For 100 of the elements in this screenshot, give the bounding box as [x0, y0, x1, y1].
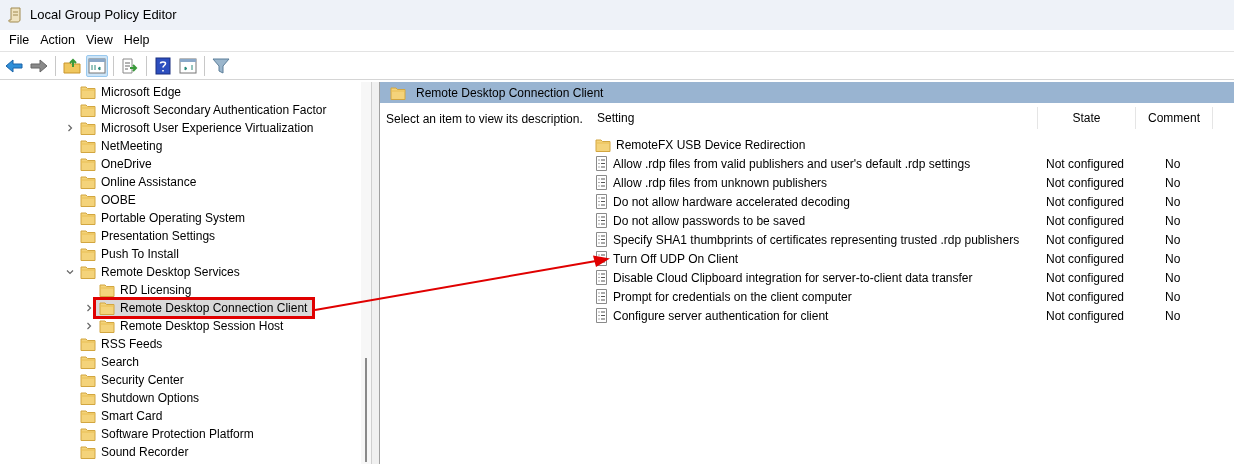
- folder-icon: [80, 373, 96, 387]
- folder-icon: [80, 409, 96, 423]
- tree-item[interactable]: Shutdown Options: [76, 389, 206, 407]
- scrollbar[interactable]: [361, 82, 371, 464]
- policy-document-icon: [595, 308, 608, 323]
- setting-name: Turn Off UDP On Client: [613, 250, 739, 268]
- filter-icon: [212, 57, 230, 74]
- folder-icon: [80, 265, 96, 279]
- tree-item[interactable]: Remote Desktop Services: [76, 263, 246, 281]
- tree-item[interactable]: NetMeeting: [76, 137, 169, 155]
- tree-item[interactable]: RSS Feeds: [76, 335, 169, 353]
- table-row[interactable]: Allow .rdp files from valid publishers and user's default .rdp settings Not configured No: [592, 154, 1234, 173]
- state-text: Not configured: [1046, 156, 1125, 171]
- setting-name: Disable Cloud Clipboard integration for server-to-client data transfer: [613, 269, 973, 287]
- toolbar-button[interactable]: [152, 54, 174, 77]
- tree-item[interactable]: Remote Desktop Session Host: [95, 317, 290, 335]
- comment-text: No: [1165, 251, 1181, 266]
- tree-item[interactable]: Security Center: [76, 371, 190, 389]
- state-text: Not configured: [1046, 270, 1125, 285]
- setting-name: Do not allow hardware accelerated decoding: [613, 193, 850, 211]
- comment-text: No: [1165, 270, 1181, 285]
- show-tree-icon: [88, 57, 106, 74]
- state-text: Not configured: [1046, 232, 1125, 247]
- table-row[interactable]: Prompt for credentials on the client computer Not configured No: [592, 287, 1234, 306]
- setting-name: Do not allow passwords to be saved: [613, 212, 806, 230]
- policy-document-icon: [595, 232, 608, 247]
- forward-arrow-icon: [30, 57, 48, 74]
- action-pane-icon: [179, 57, 197, 74]
- setting-name: Allow .rdp files from valid publishers and user's default .rdp settings: [613, 155, 971, 173]
- state-text: Not configured: [1046, 308, 1125, 323]
- tree-item[interactable]: Microsoft Secondary Authentication Factor: [76, 101, 333, 119]
- policy-document-icon: [595, 156, 608, 171]
- expanded-chevron-icon[interactable]: [66, 268, 74, 276]
- comment-text: No: [1165, 175, 1181, 190]
- state-text: Not configured: [1046, 175, 1125, 190]
- table-row[interactable]: Specify SHA1 thumbprints of certificates representing trusted .rdp publishers Not configured No: [592, 230, 1234, 249]
- table-row[interactable]: Do not allow hardware accelerated decoding Not configured No: [592, 192, 1234, 211]
- table-row[interactable]: Do not allow passwords to be saved Not configured No: [592, 211, 1234, 230]
- folder-icon: [80, 337, 96, 351]
- menu-item[interactable]: File: [4, 30, 35, 51]
- tree-item[interactable]: Sound Recorder: [76, 443, 195, 461]
- table-row[interactable]: Disable Cloud Clipboard integration for server-to-client data transfer Not configured No: [592, 268, 1234, 287]
- export-list-icon: [121, 57, 139, 74]
- tree-item[interactable]: RD Licensing: [95, 281, 198, 299]
- column-header[interactable]: Setting: [592, 107, 1038, 129]
- setting-name: Configure server authentication for client: [613, 307, 829, 325]
- folder-icon: [80, 85, 96, 99]
- state-text: Not configured: [1046, 213, 1125, 228]
- setting-name: Prompt for credentials on the client computer: [613, 288, 852, 306]
- policy-document-icon: [595, 213, 608, 228]
- state-text: Not configured: [1046, 194, 1125, 209]
- folder-icon: [80, 247, 96, 261]
- tree-item[interactable]: Software Protection Platform: [76, 425, 260, 443]
- tree-item[interactable]: Portable Operating System: [76, 209, 252, 227]
- description-text: Select an item to view its description.: [386, 112, 583, 126]
- policy-document-icon: [595, 175, 608, 190]
- comment-text: No: [1165, 232, 1181, 247]
- collapsed-chevron-icon[interactable]: [66, 124, 74, 132]
- tree-item[interactable]: Search: [76, 353, 146, 371]
- tree-item[interactable]: Online Assistance: [76, 173, 203, 191]
- folder-icon: [80, 193, 96, 207]
- folder-icon: [80, 103, 96, 117]
- column-header[interactable]: Comment: [1136, 107, 1213, 129]
- tree-item[interactable]: Presentation Settings: [76, 227, 222, 245]
- setting-name: Allow .rdp files from unknown publishers: [613, 174, 828, 192]
- table-row[interactable]: Configure server authentication for client Not configured No: [592, 306, 1234, 325]
- policy-document-icon: [595, 289, 608, 304]
- tree-item[interactable]: Microsoft User Experience Virtualization: [76, 119, 320, 137]
- pane-splitter[interactable]: [372, 82, 380, 464]
- tree-item[interactable]: Smart Card: [76, 407, 169, 425]
- collapsed-chevron-icon[interactable]: [85, 322, 93, 330]
- policy-document-icon: [595, 194, 608, 209]
- help-icon: [155, 56, 171, 75]
- collapsed-chevron-icon[interactable]: [85, 304, 93, 312]
- folder-up-icon: [63, 57, 81, 74]
- menu-item[interactable]: View: [80, 30, 118, 51]
- tree-item[interactable]: OOBE: [76, 191, 142, 209]
- menu-item[interactable]: Action: [35, 30, 80, 51]
- folder-icon: [80, 355, 96, 369]
- folder-icon: [390, 85, 406, 100]
- window-title: Local Group Policy Editor: [30, 6, 177, 25]
- scroll-document-icon: [8, 7, 22, 23]
- comment-text: No: [1165, 194, 1181, 209]
- comment-text: No: [1165, 213, 1181, 228]
- setting-name: Specify SHA1 thumbprints of certificates representing trusted .rdp publishers: [613, 231, 1020, 249]
- comment-text: No: [1165, 308, 1181, 323]
- policy-document-icon: [595, 270, 608, 285]
- menu-item[interactable]: Help: [118, 30, 155, 51]
- column-header[interactable]: State: [1038, 107, 1136, 129]
- tree-item[interactable]: Push To Install: [76, 245, 185, 263]
- table-row[interactable]: Allow .rdp files from unknown publishers Not configured No: [592, 173, 1234, 192]
- tree-item[interactable]: Microsoft Edge: [76, 83, 188, 101]
- comment-text: No: [1165, 156, 1181, 171]
- folder-icon: [99, 319, 115, 333]
- folder-icon: [80, 175, 96, 189]
- tree-item[interactable]: Remote Desktop Connection Client: [95, 299, 314, 317]
- folder-icon: [80, 229, 96, 243]
- table-row[interactable]: RemoteFX USB Device Redirection: [592, 135, 1234, 154]
- state-text: Not configured: [1046, 289, 1125, 304]
- tree-item[interactable]: OneDrive: [76, 155, 158, 173]
